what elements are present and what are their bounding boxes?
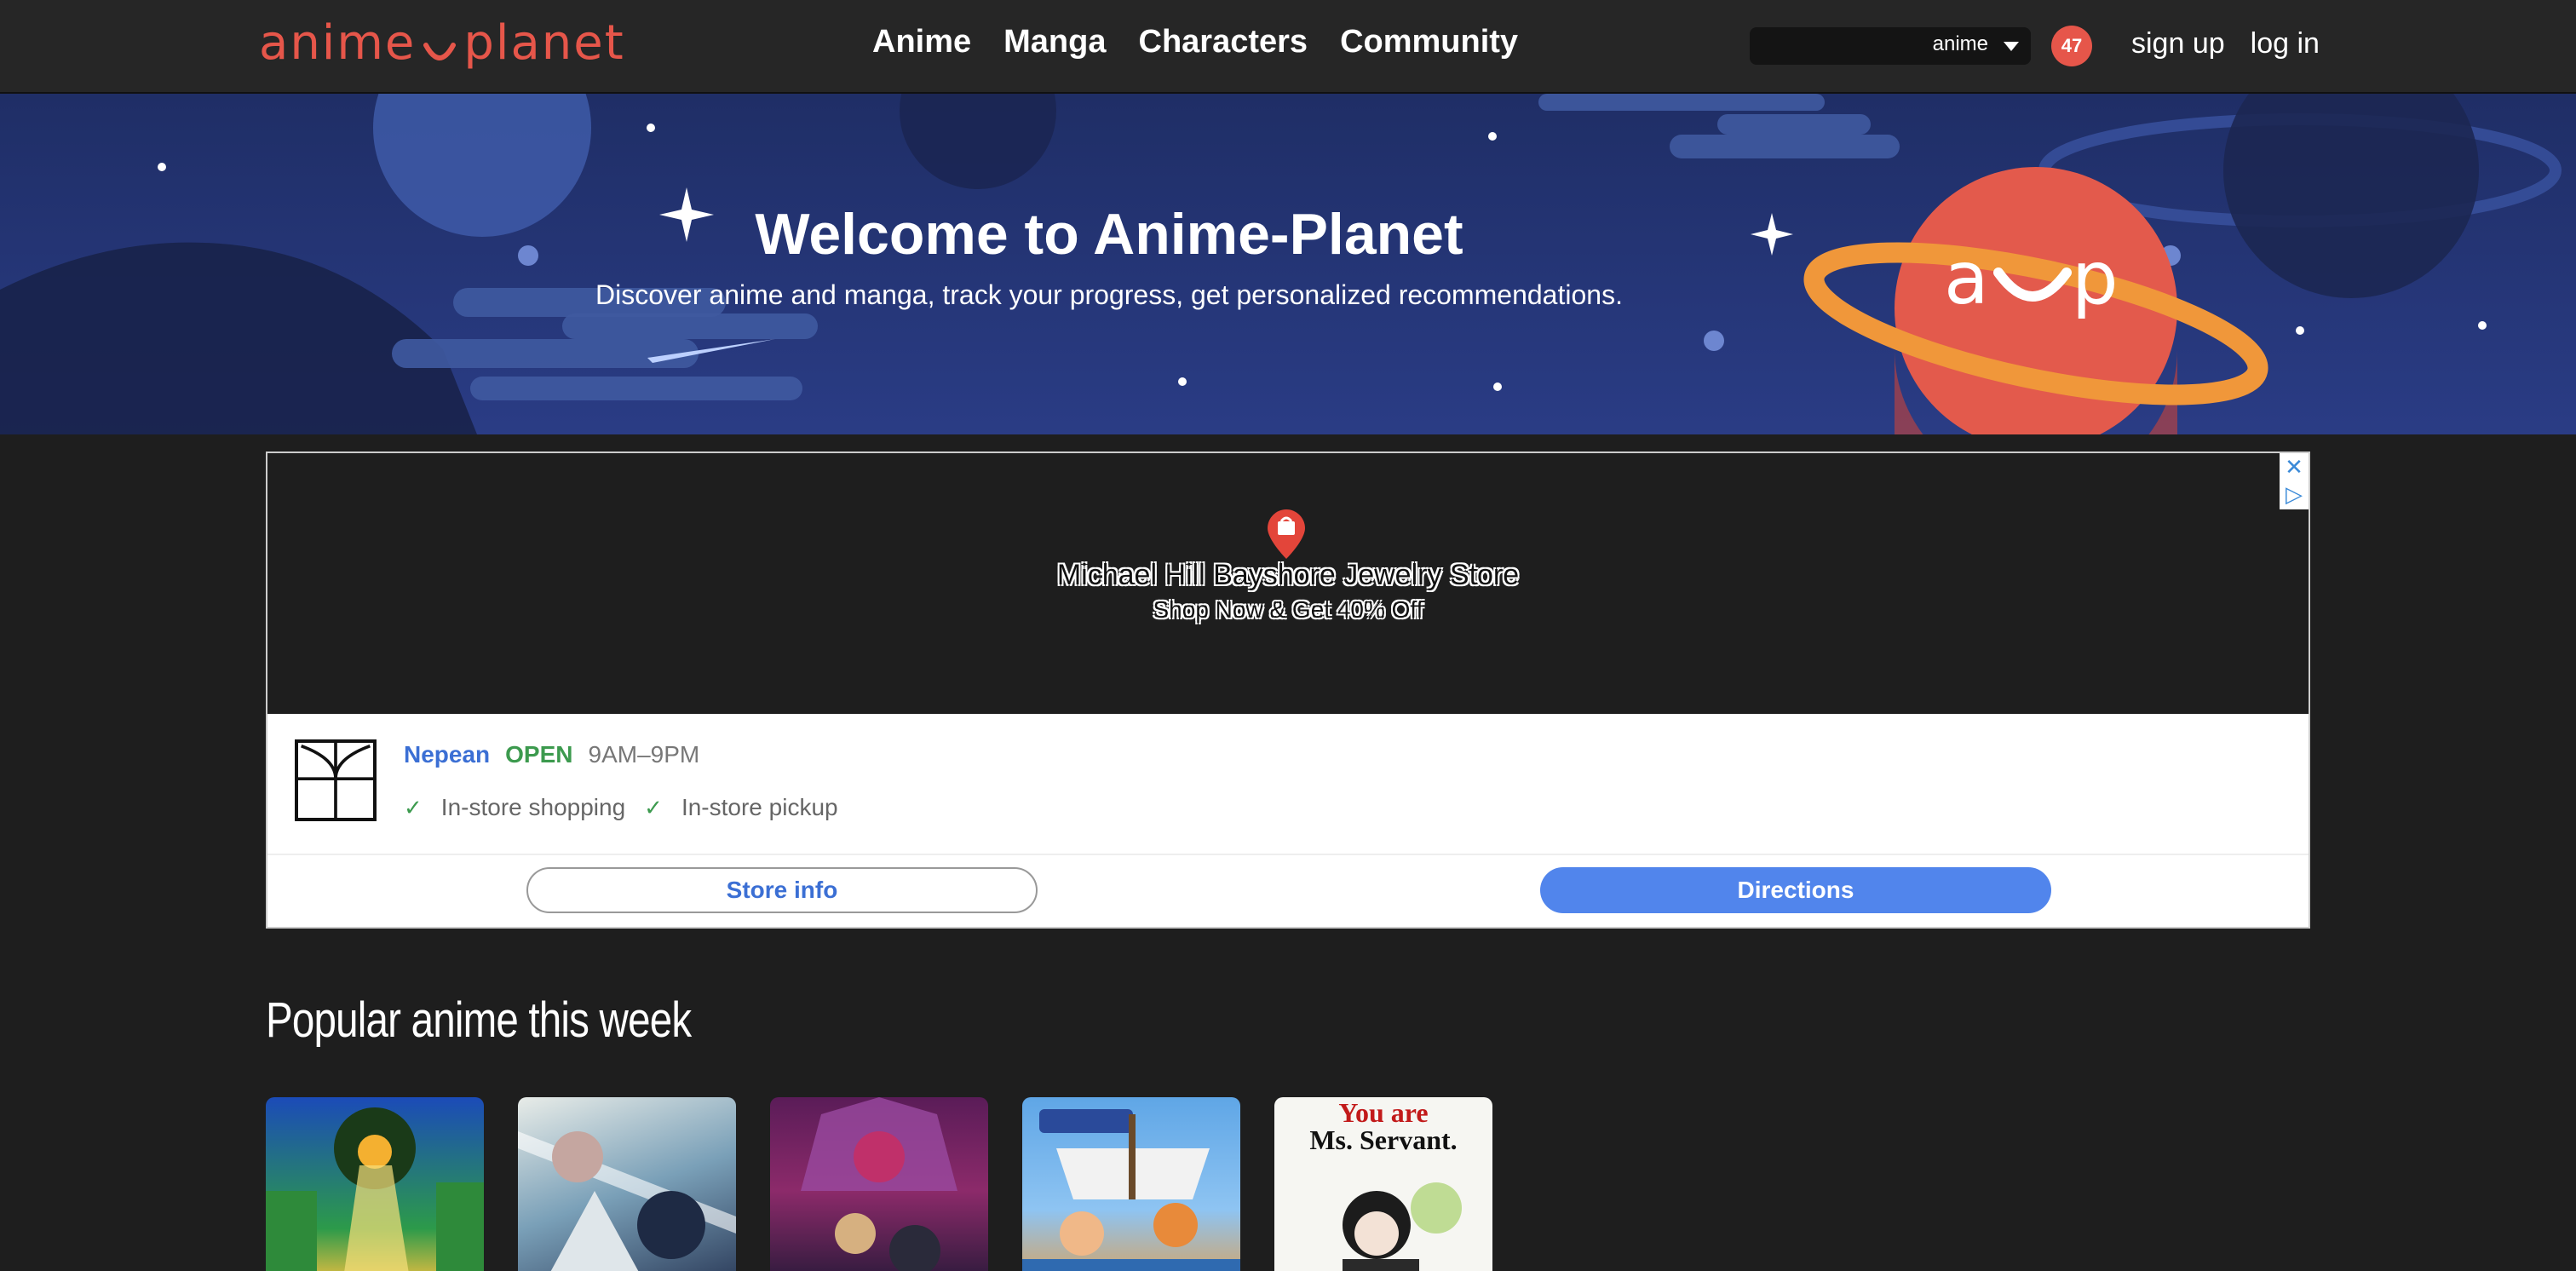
nav-link-anime[interactable]: Anime [872, 24, 971, 60]
anime-card[interactable] [266, 1097, 484, 1271]
main-nav: Anime Manga Characters Community [872, 24, 1518, 60]
popular-anime-list: You are Ms. Servant. [266, 1097, 1492, 1271]
ad-store-name: Michael Hill Bayshore Jewelry Store [1056, 559, 1520, 591]
nav-link-characters[interactable]: Characters [1139, 24, 1308, 60]
store-status-row: Nepean OPEN 9AM–9PM [404, 741, 699, 768]
hero-title: Welcome to Anime-Planet [755, 202, 1463, 267]
store-feature: In-store pickup [681, 794, 838, 820]
anime-cover-image [801, 1097, 957, 1271]
anime-card[interactable] [518, 1097, 736, 1271]
popular-anime-heading: Popular anime this week [266, 992, 692, 1048]
ad-banner[interactable]: Michael Hill Bayshore Jewelry Store Shop… [266, 451, 2310, 929]
search-box[interactable]: anime [1750, 27, 2031, 65]
ad-header: Michael Hill Bayshore Jewelry Store Shop… [267, 453, 2309, 714]
store-location[interactable]: Nepean [404, 741, 490, 768]
checkmark-icon: ✓ [644, 794, 663, 820]
sign-up-link[interactable]: sign up [2131, 27, 2225, 60]
directions-button[interactable]: Directions [1540, 867, 2051, 913]
close-icon[interactable]: ✕ [2280, 453, 2309, 480]
checkmark-icon: ✓ [404, 794, 423, 820]
search-type-select[interactable]: anime [1933, 32, 2019, 56]
logo-text-anime: anime [259, 14, 417, 71]
log-in-link[interactable]: log in [2251, 27, 2320, 60]
anime-cover-image [266, 1107, 484, 1271]
store-info-button[interactable]: Store info [526, 867, 1038, 913]
logo-smile-icon [423, 43, 457, 60]
anime-cover-image [1022, 1109, 1240, 1271]
ad-divider [267, 854, 2309, 855]
nav-link-manga[interactable]: Manga [1003, 24, 1106, 60]
nav-link-community[interactable]: Community [1340, 24, 1518, 60]
hero-subtitle: Discover anime and manga, track your pro… [595, 279, 1623, 310]
search-type-value: anime [1932, 32, 1988, 55]
ad-controls: ✕ ▷ [2280, 453, 2309, 509]
ad-offer-text: Shop Now & Get 40% Off [1153, 596, 1423, 623]
chevron-down-icon [2004, 41, 2019, 51]
anime-card[interactable]: You are Ms. Servant. [1274, 1097, 1492, 1271]
auth-links: sign up log in [2131, 27, 2320, 60]
store-feature: In-store shopping [440, 794, 626, 820]
anime-card[interactable] [770, 1097, 988, 1271]
hero-banner: a p Welcome to Anime-Planet Discover ani… [0, 94, 2576, 434]
top-navbar: anime planet Anime Manga Characters Comm… [0, 0, 2576, 94]
map-pin-icon [1268, 509, 1305, 559]
anime-cover-image [1343, 1182, 1462, 1271]
store-hours: 9AM–9PM [588, 741, 700, 768]
ad-choices-icon[interactable]: ▷ [2280, 480, 2309, 508]
anime-card[interactable] [1022, 1097, 1240, 1271]
notification-badge[interactable]: 47 [2051, 26, 2092, 66]
anime-cover-image [518, 1131, 736, 1271]
store-features-row: ✓ In-store shopping ✓ In-store pickup [404, 794, 838, 821]
logo-text-planet: planet [463, 14, 625, 71]
store-open-status: OPEN [505, 741, 573, 768]
store-logo-icon [295, 739, 377, 821]
site-logo[interactable]: anime planet [259, 12, 634, 73]
